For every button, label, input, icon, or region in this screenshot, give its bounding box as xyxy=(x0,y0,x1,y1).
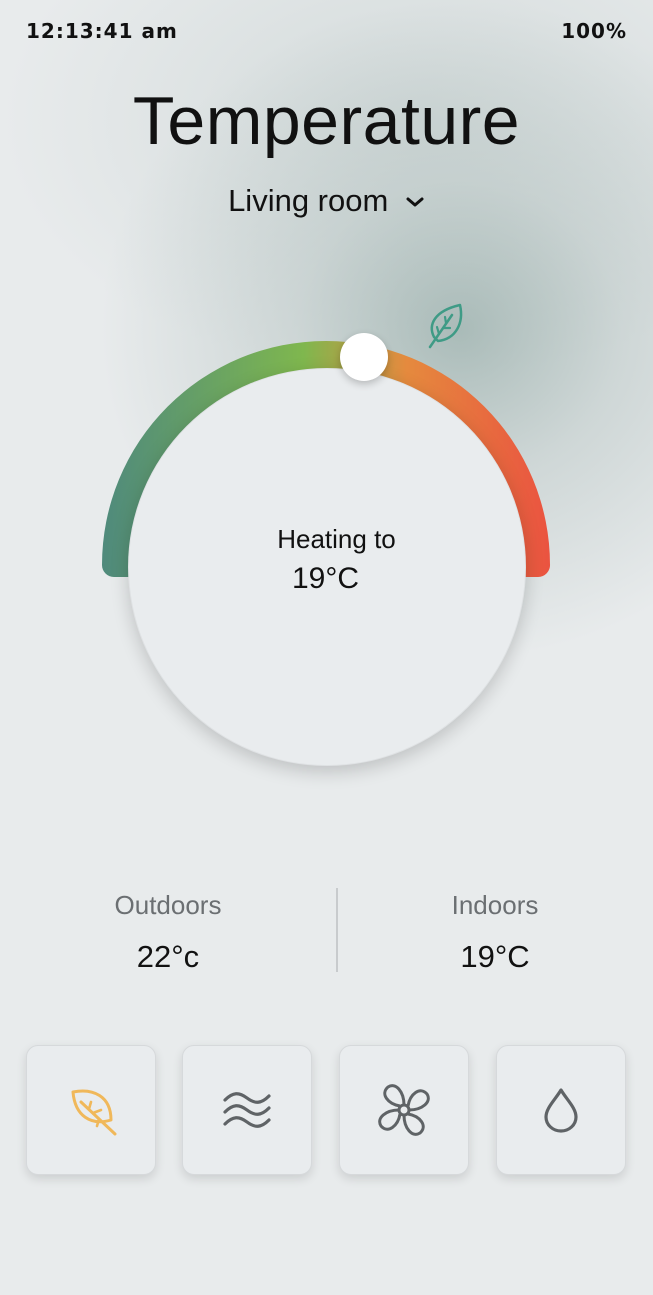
temperature-knob[interactable] xyxy=(340,333,388,381)
outdoors-label: Outdoors xyxy=(114,890,222,920)
waves-icon xyxy=(223,1092,271,1128)
temperature-readings: Outdoors 22°c Indoors 19°C xyxy=(0,880,653,980)
outdoors-reading: Outdoors 22°c xyxy=(68,890,268,975)
fan-mode-button[interactable] xyxy=(339,1045,469,1175)
fan-icon xyxy=(378,1084,430,1136)
thermostat-dial[interactable]: Heating to 19°C xyxy=(0,280,653,800)
battery-level: 100% xyxy=(561,19,627,43)
page-title: Temperature xyxy=(132,83,521,159)
heating-label: Heating to xyxy=(277,524,396,554)
room-label: Living room xyxy=(228,183,389,218)
indoors-value: 19°C xyxy=(460,939,530,974)
droplet-icon xyxy=(544,1088,578,1133)
outdoors-value: 22°c xyxy=(136,939,200,974)
divider xyxy=(336,888,338,972)
target-temperature: 19°C xyxy=(292,562,360,595)
humidity-mode-button[interactable] xyxy=(496,1045,626,1175)
status-bar: 12:13:41 am 100% xyxy=(0,0,653,62)
leaf-icon xyxy=(71,1089,117,1136)
eco-mode-button[interactable] xyxy=(26,1045,156,1175)
indoors-label: Indoors xyxy=(451,890,539,920)
leaf-icon xyxy=(428,303,463,349)
status-time: 12:13:41 am xyxy=(26,19,178,43)
chevron-down-icon xyxy=(406,197,424,207)
indoors-reading: Indoors 19°C xyxy=(395,890,595,975)
heat-mode-button[interactable] xyxy=(182,1045,312,1175)
room-selector[interactable]: Living room xyxy=(0,183,653,219)
mode-buttons xyxy=(0,1045,653,1179)
